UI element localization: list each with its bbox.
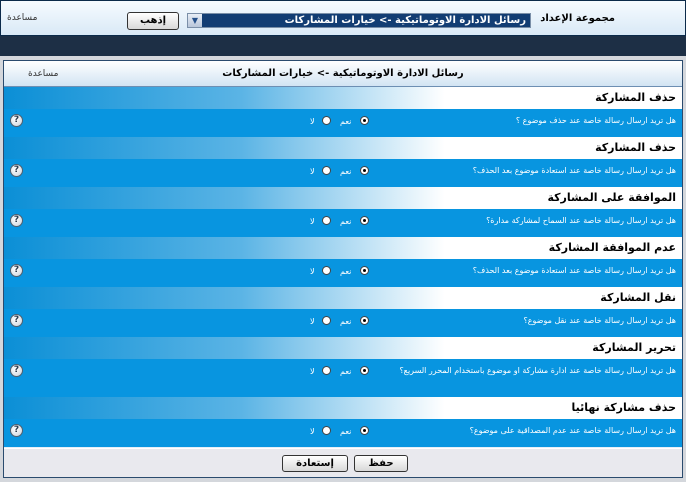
radio-no-label: لا — [310, 317, 315, 326]
radio-no-label: لا — [310, 267, 315, 276]
help-icon[interactable]: ? — [10, 364, 23, 377]
radio-yes-label: نعم — [340, 117, 352, 126]
setting-row: ? لا نعم هل تريد ارسال رسالة خاصة عند حذف م… — [4, 109, 682, 138]
radio-yes-label: نعم — [340, 267, 352, 276]
section-title: عدم الموافقة المشاركة — [548, 241, 676, 254]
section-title: حذف المشاركة — [595, 141, 676, 154]
radio-yes-label: نعم — [340, 317, 352, 326]
help-icon[interactable]: ? — [10, 314, 23, 327]
setting-row: ? لا نعم هل تريد ارسال رسالة خاصة عند عدم ا… — [4, 419, 682, 448]
section-title: تحرير المشاركة — [592, 341, 676, 354]
setting-row: ? لا نعم هل تريد ارسال رسالة خاصة عند السما… — [4, 209, 682, 238]
radio-no[interactable] — [322, 166, 331, 175]
restore-button[interactable]: إستعادة — [282, 455, 348, 472]
form-footer: إستعادة حفظ — [4, 449, 682, 477]
help-icon[interactable]: ? — [10, 264, 23, 277]
radio-yes-label: نعم — [340, 427, 352, 436]
help-icon[interactable]: ? — [10, 114, 23, 127]
section-title: حذف مشاركة نهائيا — [571, 401, 676, 414]
radio-yes-label: نعم — [340, 217, 352, 226]
top-help-link[interactable]: مساعدة — [7, 13, 37, 23]
setting-question: هل تريد ارسال رسالة خاصة عند السماح لمشا… — [486, 216, 676, 225]
help-icon[interactable]: ? — [10, 214, 23, 227]
section-header: حذف المشاركة — [4, 87, 682, 110]
setting-question: هل تريد ارسال رسالة خاصة عند استعادة موض… — [472, 266, 676, 275]
setting-question: هل تريد ارسال رسالة خاصة عند استعادة موض… — [472, 166, 676, 175]
settings-group-label: مجموعة الإعداد — [540, 13, 615, 24]
setting-row: ? لا نعم هل تريد ارسال رسالة خاصة عند ادارة… — [4, 359, 682, 398]
setting-row: ? لا نعم هل تريد ارسال رسالة خاصة عند نقل م… — [4, 309, 682, 338]
radio-no-label: لا — [310, 167, 315, 176]
section-header: حذف مشاركة نهائيا — [4, 397, 682, 420]
settings-group-select[interactable]: ▼ رسائل الادارة الاوتوماتيكية -> خيارات … — [187, 13, 531, 28]
radio-no-label: لا — [310, 117, 315, 126]
radio-no[interactable] — [322, 116, 331, 125]
radio-no[interactable] — [322, 266, 331, 275]
radio-no-label: لا — [310, 367, 315, 376]
setting-question: هل تريد ارسال رسالة خاصة عند نقل موضوع؟ — [523, 316, 676, 325]
radio-yes-label: نعم — [340, 367, 352, 376]
panel-header: مساعدة رسائل الادارة الاوتوماتيكية -> خي… — [4, 61, 682, 87]
setting-question: هل تريد ارسال رسالة خاصة عند ادارة مشارك… — [399, 366, 676, 375]
section-header: تحرير المشاركة — [4, 337, 682, 360]
section-title: نقل المشاركة — [600, 291, 676, 304]
section-title: حذف المشاركة — [595, 91, 676, 104]
section-header: نقل المشاركة — [4, 287, 682, 310]
section-header: حذف المشاركة — [4, 137, 682, 160]
setting-question: هل تريد ارسال رسالة خاصة عند عدم المصداق… — [469, 426, 676, 435]
setting-row: ? لا نعم هل تريد ارسال رسالة خاصة عند استعا… — [4, 159, 682, 188]
help-icon[interactable]: ? — [10, 164, 23, 177]
page-divider — [0, 36, 686, 56]
section-header: الموافقة على المشاركة — [4, 187, 682, 210]
save-button[interactable]: حفظ — [354, 455, 408, 472]
radio-no[interactable] — [322, 316, 331, 325]
radio-no-label: لا — [310, 427, 315, 436]
settings-group-select-value: رسائل الادارة الاوتوماتيكية -> خيارات ال… — [284, 15, 526, 26]
settings-panel: مساعدة رسائل الادارة الاوتوماتيكية -> خي… — [3, 60, 683, 478]
help-icon[interactable]: ? — [10, 424, 23, 437]
go-button[interactable]: إذهب — [127, 12, 179, 30]
section-header: عدم الموافقة المشاركة — [4, 237, 682, 260]
setting-row: ? لا نعم هل تريد ارسال رسالة خاصة عند استعا… — [4, 259, 682, 288]
section-title: الموافقة على المشاركة — [547, 191, 676, 204]
settings-group-bar: مساعدة إذهب ▼ رسائل الادارة الاوتوماتيكي… — [0, 0, 686, 36]
setting-question: هل تريد ارسال رسالة خاصة عند حذف موضوع ؟ — [515, 116, 676, 125]
radio-no[interactable] — [322, 426, 331, 435]
radio-yes-label: نعم — [340, 167, 352, 176]
radio-no[interactable] — [322, 216, 331, 225]
radio-no[interactable] — [322, 366, 331, 375]
chevron-down-icon[interactable]: ▼ — [188, 14, 202, 27]
panel-title: رسائل الادارة الاوتوماتيكية -> خيارات ال… — [222, 68, 464, 79]
radio-no-label: لا — [310, 217, 315, 226]
